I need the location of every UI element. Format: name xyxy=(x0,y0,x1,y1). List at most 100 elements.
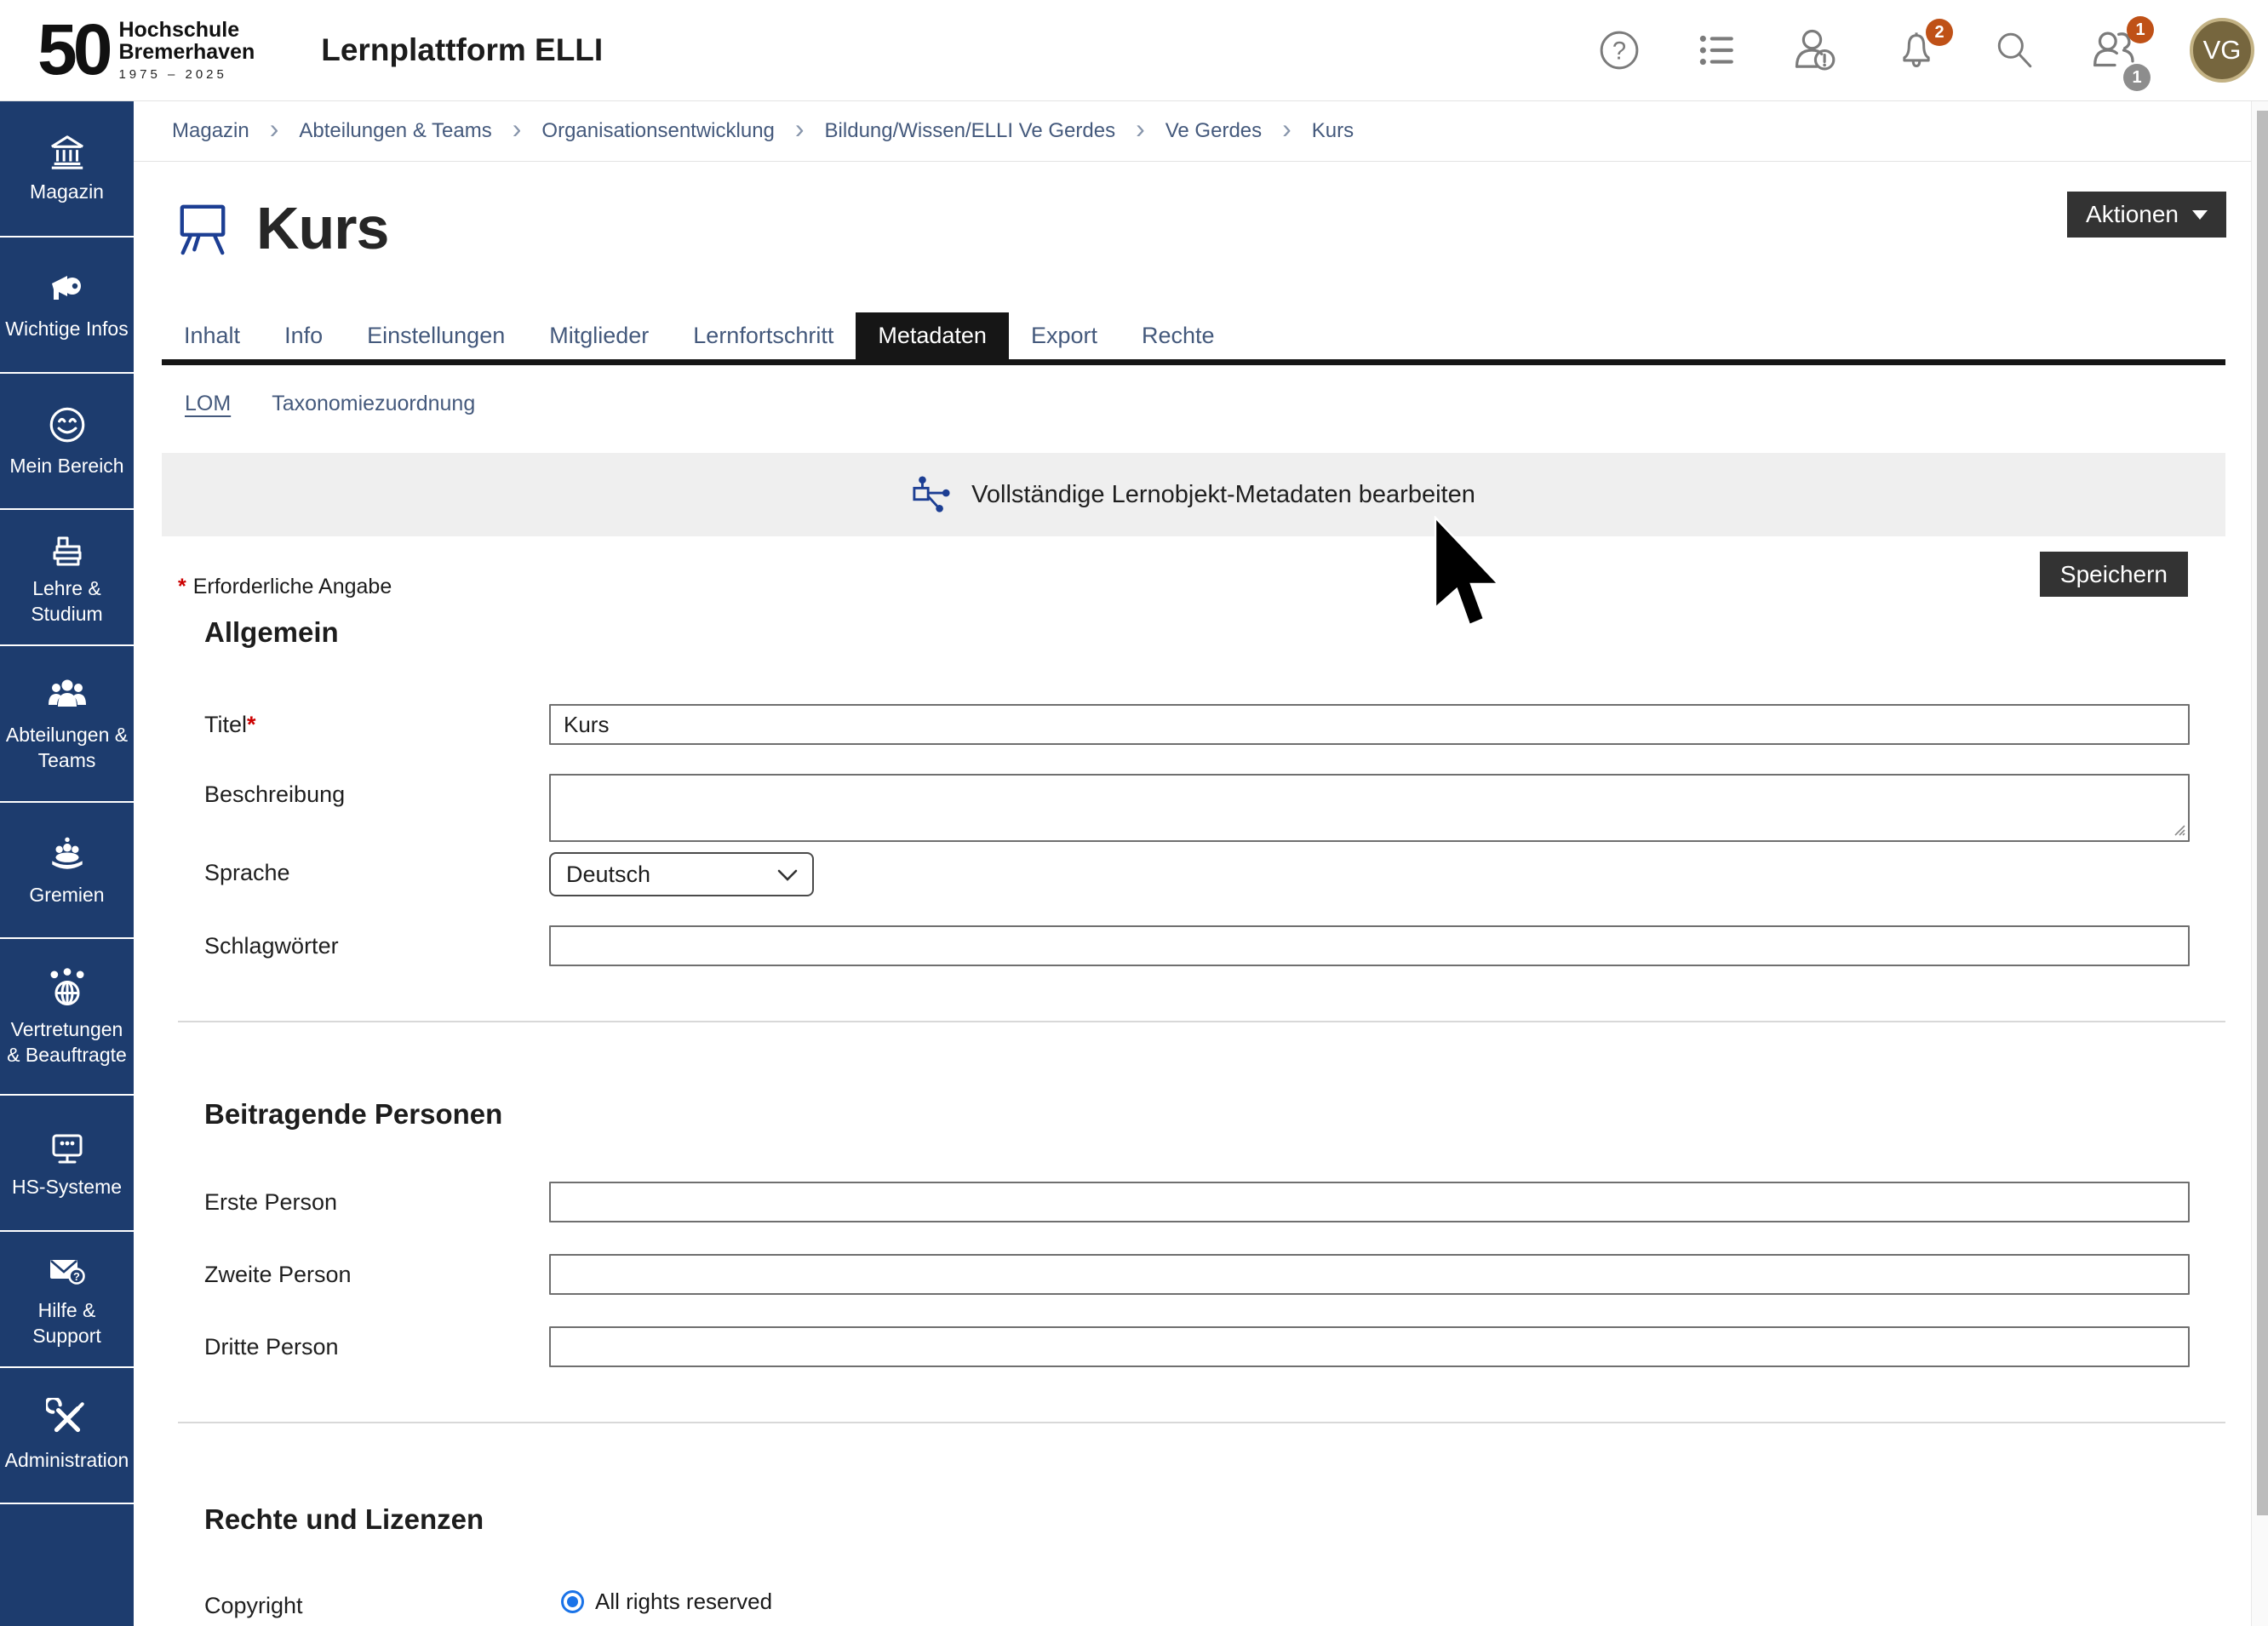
sidebar-filler xyxy=(0,1504,134,1626)
globe-users-icon xyxy=(45,965,89,1010)
breadcrumb-link-kurs[interactable]: Kurs xyxy=(1312,119,1354,143)
subtab-bar: LOM Taxonomiezuordnung xyxy=(185,392,2251,419)
required-note: *Erforderliche Angabe xyxy=(178,575,2251,599)
sprache-label: Sprache xyxy=(204,852,549,886)
tab-metadaten[interactable]: Metadaten xyxy=(856,312,1009,359)
sidebar-item-label: Gremien xyxy=(29,883,104,907)
main-sidebar: Magazin Wichtige Infos Mein Bereich Lehr… xyxy=(0,101,134,1626)
sidebar-item-gremien[interactable]: Gremien xyxy=(0,803,134,939)
sidebar-item-label: Vertretungen & Beauftragte xyxy=(3,1017,130,1068)
users-icon[interactable]: 1 1 xyxy=(2091,26,2139,74)
tab-lernfortschritt[interactable]: Lernfortschritt xyxy=(671,312,856,359)
bell-icon[interactable]: 2 xyxy=(1895,29,1938,72)
users-badge-bottom: 1 xyxy=(2123,64,2151,91)
sidebar-item-wichtige-infos[interactable]: Wichtige Infos xyxy=(0,238,134,374)
mail-help-icon: ? xyxy=(44,1250,90,1291)
vertical-scrollbar xyxy=(2251,0,2268,1626)
council-icon xyxy=(45,833,89,875)
breadcrumb-separator: › xyxy=(795,113,805,145)
breadcrumb-separator: › xyxy=(513,113,522,145)
breadcrumb-link-bildung-wissen[interactable]: Bildung/Wissen/ELLI Ve Gerdes xyxy=(825,119,1116,143)
dritte-person-label: Dritte Person xyxy=(204,1326,549,1360)
top-header: 50 Hochschule Bremerhaven 1975 – 2025 Le… xyxy=(0,0,2268,101)
app-title: Lernplattform ELLI xyxy=(321,32,603,68)
sidebar-item-administration[interactable]: Administration xyxy=(0,1368,134,1504)
sidebar-item-abteilungen-teams[interactable]: Abteilungen & Teams xyxy=(0,646,134,803)
tab-info[interactable]: Info xyxy=(262,312,345,359)
breadcrumb: Magazin › Abteilungen & Teams › Organisa… xyxy=(134,101,2251,162)
sidebar-item-hs-systeme[interactable]: HS-Systeme xyxy=(0,1096,134,1232)
copyright-label: Copyright xyxy=(204,1585,549,1619)
tab-mitglieder[interactable]: Mitglieder xyxy=(527,312,671,359)
tab-export[interactable]: Export xyxy=(1009,312,1120,359)
tools-icon xyxy=(46,1398,89,1440)
copyright-radio-group: All rights reserved xyxy=(549,1585,772,1615)
sidebar-item-label: Administration xyxy=(5,1448,129,1473)
copyright-radio[interactable] xyxy=(561,1590,584,1613)
breadcrumb-link-magazin[interactable]: Magazin xyxy=(172,119,249,143)
svg-text:?: ? xyxy=(1612,37,1626,65)
required-asterisk: * xyxy=(178,575,186,598)
logo-name-line2: Bremerhaven xyxy=(118,41,255,63)
erste-person-label: Erste Person xyxy=(204,1182,549,1216)
schlagwoerter-label: Schlagwörter xyxy=(204,925,549,959)
scrollbar-thumb[interactable] xyxy=(2257,111,2268,1515)
tab-bar: Inhalt Info Einstellungen Mitglieder Ler… xyxy=(162,312,2225,365)
sidebar-item-label: Wichtige Infos xyxy=(5,317,128,341)
people-icon xyxy=(44,674,90,715)
section-divider xyxy=(178,1021,2225,1022)
sidebar-item-lehre-studium[interactable]: Lehre & Studium xyxy=(0,510,134,646)
notification-badge: 2 xyxy=(1926,19,1953,46)
section-heading-beitragende: Beitragende Personen xyxy=(204,1098,2251,1131)
sidebar-item-label: Mein Bereich xyxy=(9,454,123,478)
subtab-lom[interactable]: LOM xyxy=(185,392,231,419)
edit-full-metadata-button[interactable]: Vollständige Lernobjekt-Metadaten bearbe… xyxy=(162,453,2225,536)
university-logo: 50 Hochschule Bremerhaven 1975 – 2025 xyxy=(37,19,255,82)
sprache-selected-value: Deutsch xyxy=(566,862,650,888)
metadata-tree-icon xyxy=(912,475,951,514)
subtab-taxonomiezuordnung[interactable]: Taxonomiezuordnung xyxy=(272,392,475,419)
zweite-person-input[interactable] xyxy=(549,1254,2190,1295)
tab-rechte[interactable]: Rechte xyxy=(1120,312,1237,359)
sidebar-item-magazin[interactable]: Magazin xyxy=(0,101,134,238)
sidebar-item-hilfe-support[interactable]: ? Hilfe & Support xyxy=(0,1232,134,1368)
users-badge-top: 1 xyxy=(2127,16,2154,43)
sidebar-item-label: Abteilungen & Teams xyxy=(3,723,130,773)
sidebar-item-mein-bereich[interactable]: Mein Bereich xyxy=(0,374,134,510)
sidebar-item-label: Magazin xyxy=(30,180,104,204)
schlagwoerter-input[interactable] xyxy=(549,925,2190,966)
breadcrumb-link-abteilungen[interactable]: Abteilungen & Teams xyxy=(299,119,491,143)
course-easel-icon xyxy=(176,199,229,257)
titel-input[interactable] xyxy=(549,704,2190,745)
dritte-person-input[interactable] xyxy=(549,1326,2190,1367)
breadcrumb-link-ve-gerdes[interactable]: Ve Gerdes xyxy=(1166,119,1262,143)
copyright-radio-label: All rights reserved xyxy=(595,1589,772,1615)
sprache-select[interactable]: Deutsch xyxy=(549,852,814,896)
breadcrumb-link-organisationsentwicklung[interactable]: Organisationsentwicklung xyxy=(541,119,774,143)
aktionen-button[interactable]: Aktionen xyxy=(2067,192,2226,238)
caret-down-icon xyxy=(2192,210,2208,227)
megaphone-icon xyxy=(45,268,89,309)
search-icon[interactable] xyxy=(1994,30,2035,71)
required-asterisk: * xyxy=(247,712,256,737)
resize-grip-icon[interactable] xyxy=(2172,822,2185,836)
logo-years: 1975 – 2025 xyxy=(118,67,255,82)
sidebar-item-label: Hilfe & Support xyxy=(3,1298,130,1348)
sidebar-item-label: HS-Systeme xyxy=(12,1175,122,1199)
bank-icon xyxy=(46,133,89,172)
breadcrumb-separator: › xyxy=(1136,113,1145,145)
sidebar-item-label: Lehre & Studium xyxy=(3,576,130,627)
beschreibung-textarea[interactable] xyxy=(549,774,2190,842)
page-title: Kurs xyxy=(256,194,388,262)
speichern-button[interactable]: Speichern xyxy=(2040,552,2188,597)
tab-einstellungen[interactable]: Einstellungen xyxy=(345,312,527,359)
titel-label: Titel* xyxy=(204,704,549,738)
erste-person-input[interactable] xyxy=(549,1182,2190,1222)
user-alert-icon[interactable] xyxy=(1793,27,1839,73)
sidebar-item-vertretungen[interactable]: Vertretungen & Beauftragte xyxy=(0,939,134,1096)
tab-inhalt[interactable]: Inhalt xyxy=(162,312,262,359)
list-icon[interactable] xyxy=(1696,30,1737,71)
section-divider xyxy=(178,1422,2225,1423)
help-icon[interactable]: ? xyxy=(1599,30,1640,71)
avatar[interactable]: VG xyxy=(2190,18,2254,83)
